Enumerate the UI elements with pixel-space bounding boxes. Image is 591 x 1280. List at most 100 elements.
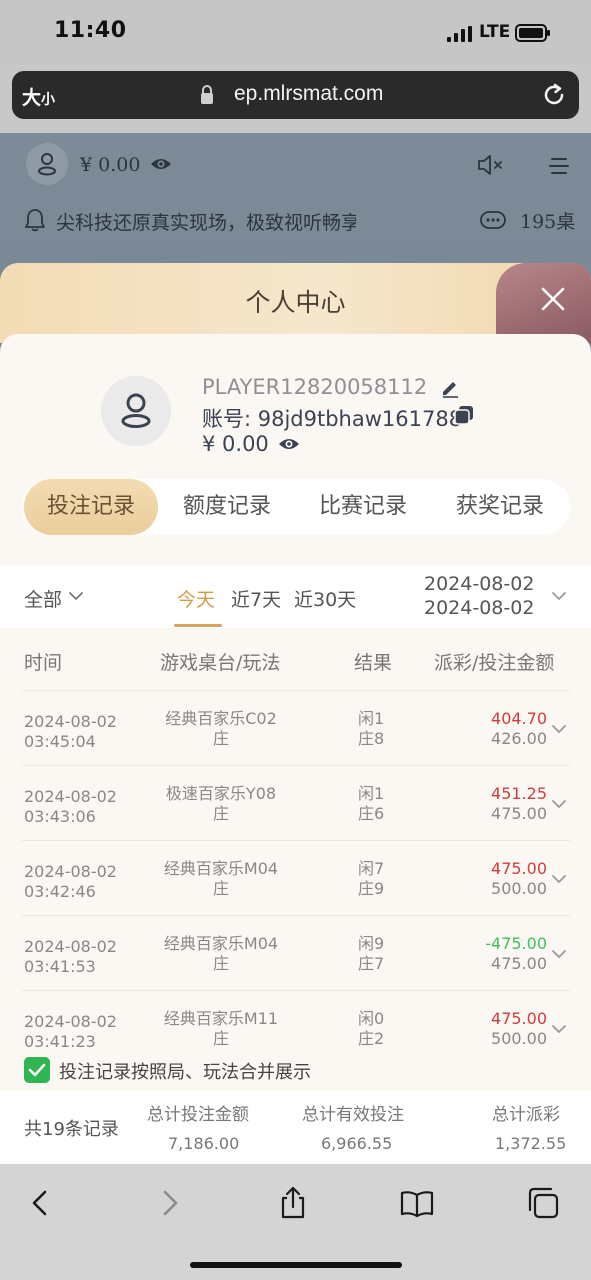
row-divider [22, 840, 570, 841]
row-stake: 500.00 [491, 879, 547, 898]
total-bet-label: 总计投注金额 [147, 1105, 249, 1125]
row-amounts: 451.25 475.00 [491, 784, 547, 824]
row-payout: 404.70 [491, 709, 547, 728]
row-payout: -475.00 [485, 934, 547, 953]
row-game: 极速百家乐Y08 庄 [146, 784, 296, 824]
row-bet-type: 庄 [212, 879, 229, 898]
table-row[interactable]: 2024-08-02 03:41:53 经典百家乐M04 庄 闲9 庄7 -475.00 47… [0, 918, 591, 993]
close-icon[interactable] [536, 282, 570, 316]
row-result-banker: 庄9 [358, 879, 385, 898]
total-valid-value: 6,966.55 [321, 1134, 393, 1153]
row-table-name: 经典百家乐C02 [165, 709, 277, 728]
menu-icon[interactable] [548, 155, 570, 177]
row-table-name: 极速百家乐Y08 [165, 784, 277, 803]
row-time: 03:41:53 [24, 957, 96, 976]
row-time: 03:45:04 [24, 732, 96, 751]
column-header-time: 时间 [24, 652, 63, 674]
row-divider [22, 915, 570, 916]
table-row[interactable]: 2024-08-02 03:42:46 经典百家乐M04 庄 闲7 庄9 475.00 500… [0, 843, 591, 918]
notice-marquee: 尖科技还原真实现场，极致视听畅享 [56, 212, 356, 234]
tabs-icon[interactable] [526, 1186, 560, 1220]
period-today[interactable]: 今天 [177, 585, 215, 612]
tab-credit-records[interactable]: 额度记录 [160, 479, 294, 535]
eye-icon[interactable] [278, 436, 300, 452]
table-row[interactable]: 2024-08-02 03:41:23 经典百家乐M11 庄 闲0 庄2 475.00 500… [0, 993, 591, 1068]
column-header-result: 结果 [354, 652, 393, 674]
battery-icon [515, 24, 550, 42]
text-size-button[interactable]: 大小 [22, 83, 55, 110]
row-amounts: 475.00 500.00 [491, 1009, 547, 1049]
modal-title: 个人中心 [245, 288, 346, 317]
chevron-down-icon[interactable] [551, 1023, 567, 1035]
bell-icon [25, 209, 45, 232]
forward-icon[interactable] [152, 1186, 186, 1220]
row-result: 闲7 庄9 [358, 859, 384, 899]
address-bar[interactable]: 大小 ep.mlrsmat.com [12, 71, 579, 119]
total-bet-value: 7,186.00 [168, 1134, 240, 1153]
back-icon[interactable] [24, 1186, 58, 1220]
table-row[interactable]: 2024-08-02 03:45:04 经典百家乐C02 庄 闲1 庄8 404.70 426… [0, 693, 591, 768]
tab-bet-records[interactable]: 投注记录 [24, 479, 158, 535]
row-bet-type: 庄 [212, 1029, 229, 1048]
tab-prize-records[interactable]: 获奖记录 [432, 479, 568, 535]
row-bet-type: 庄 [212, 729, 229, 748]
site-balance: ¥ 0.00 [80, 154, 141, 176]
chevron-down-icon[interactable] [551, 590, 567, 602]
row-datetime: 2024-08-02 03:41:23 [24, 1012, 117, 1052]
row-payout: 475.00 [491, 1009, 547, 1028]
chat-icon[interactable] [480, 210, 506, 230]
row-result-player: 闲1 [358, 709, 385, 728]
row-table-name: 经典百家乐M04 [163, 859, 279, 878]
mute-icon[interactable] [476, 152, 506, 178]
row-date: 2024-08-02 [24, 1012, 117, 1031]
row-divider [22, 765, 570, 766]
row-amounts: -475.00 475.00 [485, 934, 547, 974]
home-indicator [190, 1262, 402, 1268]
row-result: 闲1 庄8 [358, 709, 384, 749]
chevron-down-icon[interactable] [551, 723, 567, 735]
row-result-player: 闲9 [358, 934, 385, 953]
category-filter[interactable]: 全部 [24, 585, 62, 612]
row-result-banker: 庄8 [358, 729, 385, 748]
row-date: 2024-08-02 [24, 712, 117, 731]
eye-icon[interactable] [150, 156, 172, 172]
row-amounts: 404.70 426.00 [491, 709, 547, 749]
chevron-down-icon[interactable] [68, 590, 84, 602]
period-7-days[interactable]: 近7天 [231, 585, 281, 612]
row-table-name: 经典百家乐M04 [163, 934, 279, 953]
tab-match-records[interactable]: 比赛记录 [296, 479, 430, 535]
network-type: LTE [479, 22, 511, 42]
period-30-days[interactable]: 近30天 [294, 585, 356, 612]
total-payout-label: 总计派彩 [492, 1105, 560, 1125]
chevron-down-icon[interactable] [551, 873, 567, 885]
row-time: 03:43:06 [24, 807, 96, 826]
merge-checkbox[interactable] [24, 1057, 50, 1083]
merge-option-label[interactable]: 投注记录按照局、玩法合并展示 [59, 1058, 311, 1084]
row-result-player: 闲0 [358, 1009, 385, 1028]
row-payout: 451.25 [491, 784, 547, 803]
date-to[interactable]: 2024-08-02 [424, 597, 534, 619]
row-stake: 426.00 [491, 729, 547, 748]
share-icon[interactable] [276, 1186, 310, 1220]
chevron-down-icon[interactable] [551, 948, 567, 960]
chevron-down-icon[interactable] [551, 798, 567, 810]
date-from[interactable]: 2024-08-02 [424, 573, 534, 595]
record-tabs: 投注记录 额度记录 比赛记录 获奖记录 [22, 479, 570, 535]
user-avatar-icon[interactable] [26, 143, 68, 185]
copy-icon[interactable] [454, 405, 474, 425]
row-result: 闲9 庄7 [358, 934, 384, 974]
column-header-amount: 派彩/投注金额 [434, 652, 555, 674]
bookmarks-icon[interactable] [400, 1186, 434, 1220]
profile-avatar-icon[interactable] [101, 376, 171, 446]
edit-icon[interactable] [440, 378, 460, 398]
row-result-banker: 庄6 [358, 804, 385, 823]
total-valid-label: 总计有效投注 [302, 1105, 404, 1125]
reload-icon[interactable] [541, 82, 567, 108]
row-bet-type: 庄 [212, 954, 229, 973]
row-result: 闲0 庄2 [358, 1009, 384, 1049]
row-result: 闲1 庄6 [358, 784, 384, 824]
url-text[interactable]: ep.mlrsmat.com [234, 82, 383, 106]
table-row[interactable]: 2024-08-02 03:43:06 极速百家乐Y08 庄 闲1 庄6 451.25 475… [0, 768, 591, 843]
row-game: 经典百家乐M04 庄 [146, 859, 296, 899]
row-result-banker: 庄7 [358, 954, 385, 973]
